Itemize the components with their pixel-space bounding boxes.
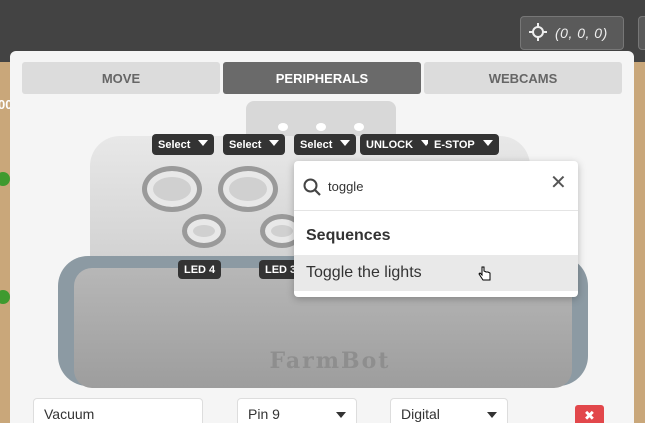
search-bar: ✕ — [294, 161, 578, 211]
caret-down-icon — [198, 139, 209, 146]
caret-down-icon — [340, 139, 351, 146]
select-label: Select — [158, 138, 191, 151]
pin-select-value: Pin 9 — [248, 406, 280, 422]
select-label: Select — [229, 138, 262, 151]
peripheral-mode-select[interactable]: Digital — [391, 399, 507, 423]
search-result-item[interactable]: Toggle the lights — [294, 255, 578, 291]
section-heading-sequences: Sequences — [306, 227, 391, 244]
location-readout-button[interactable]: (0, 0, 0) — [520, 16, 624, 50]
caret-down-icon — [336, 412, 346, 418]
tab-move[interactable]: MOVE — [22, 62, 220, 94]
search-icon — [303, 178, 321, 201]
unlock-label: UNLOCK — [366, 138, 414, 151]
peripheral-name-value: Vacuum — [44, 406, 95, 422]
result-label: Toggle the lights — [306, 264, 422, 281]
tab-peripherals[interactable]: PERIPHERALS — [223, 62, 421, 94]
box-button-1[interactable] — [142, 166, 202, 212]
sequence-search-dropdown: ✕ Sequences Toggle the lights — [294, 161, 578, 297]
box-logo: FarmBot — [269, 348, 391, 374]
estop-label: E-STOP — [434, 138, 475, 151]
select-dropdown-3[interactable]: Select — [294, 134, 357, 155]
close-icon[interactable]: ✕ — [550, 173, 567, 193]
mode-select-value: Digital — [401, 406, 440, 422]
garden-map-right-edge — [633, 62, 645, 423]
peripheral-name-input[interactable]: Vacuum — [34, 399, 202, 423]
tab-webcams[interactable]: WEBCAMS — [424, 62, 622, 94]
select-dropdown-1[interactable]: Select — [152, 134, 215, 155]
caret-down-icon — [269, 139, 280, 146]
led-4-label: LED 4 — [178, 260, 222, 279]
estop-button[interactable]: E-STOP — [428, 134, 499, 155]
crosshair-icon — [529, 22, 547, 44]
delete-peripheral-button[interactable]: ✖ — [575, 405, 604, 423]
caret-down-icon — [487, 412, 497, 418]
delete-icon: ✖ — [584, 408, 595, 423]
caret-down-icon — [482, 139, 493, 146]
pointer-hand-icon — [478, 266, 492, 287]
select-label: Select — [300, 138, 333, 151]
unlock-button[interactable]: UNLOCK — [360, 134, 438, 155]
plant-icon[interactable] — [0, 290, 10, 304]
box-button-2[interactable] — [218, 166, 278, 212]
controls-panel: MOVE PERIPHERALS WEBCAMS FarmBot Select … — [10, 51, 634, 423]
led-4-light[interactable] — [182, 214, 226, 248]
select-dropdown-2[interactable]: Select — [223, 134, 286, 155]
search-input[interactable] — [328, 176, 528, 196]
navbar-edge-button[interactable] — [638, 16, 645, 50]
controls-tabs: MOVE PERIPHERALS WEBCAMS — [22, 62, 622, 94]
peripheral-pin-select[interactable]: Pin 9 — [238, 399, 356, 423]
location-coordinates: (0, 0, 0) — [555, 25, 608, 41]
plant-icon[interactable] — [0, 172, 10, 186]
